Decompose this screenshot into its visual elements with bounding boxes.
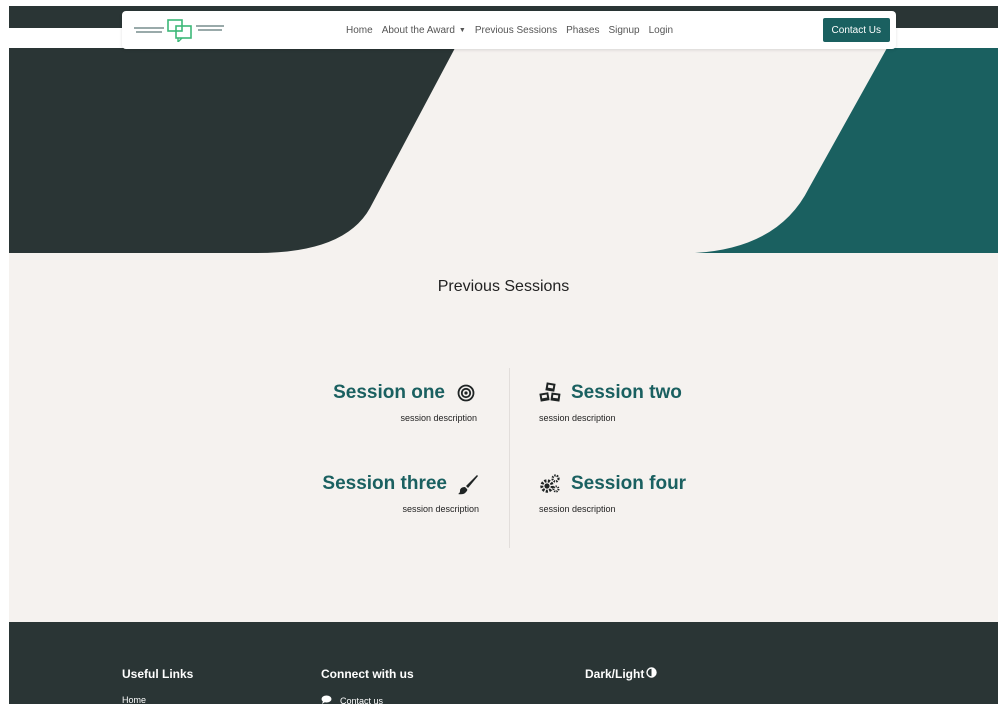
paint-brush-icon <box>457 473 479 495</box>
caret-down-icon: ▼ <box>458 26 466 34</box>
footer-link-home[interactable]: Home <box>122 695 193 704</box>
session-card-one[interactable]: Session one session description <box>177 379 477 423</box>
navbar: Home About the Award ▼ Previous Sessions … <box>122 11 896 49</box>
session-title: Session three <box>322 473 447 494</box>
section-title: Previous Sessions <box>437 278 570 295</box>
nav-about-label: About the Award <box>381 24 455 36</box>
contact-us-button[interactable]: Contact Us <box>822 18 890 42</box>
session-title: Session four <box>571 473 687 494</box>
page: Home About the Award ▼ Previous Sessions … <box>0 0 998 704</box>
comment-icon <box>321 695 332 704</box>
half-circle-icon <box>646 667 658 681</box>
nav-about-dropdown[interactable]: About the Award ▼ <box>382 25 466 36</box>
footer-link-contact[interactable]: Contact us <box>321 695 414 704</box>
session-head: Session three <box>179 470 479 498</box>
session-title: Session one <box>333 382 445 403</box>
footer-connect-title: Connect with us <box>321 667 414 681</box>
footer-useful-links-title: Useful Links <box>122 667 194 681</box>
session-title: Session two <box>571 382 682 403</box>
footer-useful-links: Useful Links Home <box>122 667 193 704</box>
session-card-three[interactable]: Session three session description <box>179 470 479 514</box>
theme-toggle-head: Dark/Light <box>585 667 658 681</box>
nav-links: Home About the Award ▼ Previous Sessions … <box>346 11 682 49</box>
nav-home[interactable]: Home <box>346 25 373 36</box>
session-head: Session two <box>539 379 839 407</box>
session-description: session description <box>402 504 479 514</box>
footer-link-label: Home <box>122 695 147 704</box>
nav-previous-sessions[interactable]: Previous Sessions <box>475 25 557 36</box>
site-logo[interactable] <box>134 18 244 44</box>
target-icon <box>455 382 477 404</box>
session-description: session description <box>400 413 477 423</box>
footer-link-label: Contact us <box>340 695 384 704</box>
session-description: session description <box>539 504 616 514</box>
nav-signup[interactable]: Signup <box>608 25 639 36</box>
theme-toggle-label: Dark/Light <box>585 667 645 681</box>
nav-phases[interactable]: Phases <box>566 25 599 36</box>
session-head: Session four <box>539 470 839 498</box>
footer: Useful Links Home Connect with us Contac… <box>9 622 998 704</box>
cogs-icon <box>539 473 561 495</box>
nav-login[interactable]: Login <box>649 25 673 36</box>
cubes-icon <box>539 382 561 404</box>
theme-toggle[interactable]: Dark/Light <box>585 667 658 681</box>
footer-connect: Connect with us Contact us <box>321 667 414 704</box>
session-description: session description <box>539 413 616 423</box>
sessions-divider <box>509 368 510 548</box>
session-head: Session one <box>177 379 477 407</box>
previous-sessions-section: Previous Sessions Session one session de… <box>9 253 998 622</box>
hero-banner <box>9 48 998 253</box>
session-card-two[interactable]: Session two session description <box>539 379 839 423</box>
hero-shapes <box>9 48 998 253</box>
session-card-four[interactable]: Session four session description <box>539 470 839 514</box>
